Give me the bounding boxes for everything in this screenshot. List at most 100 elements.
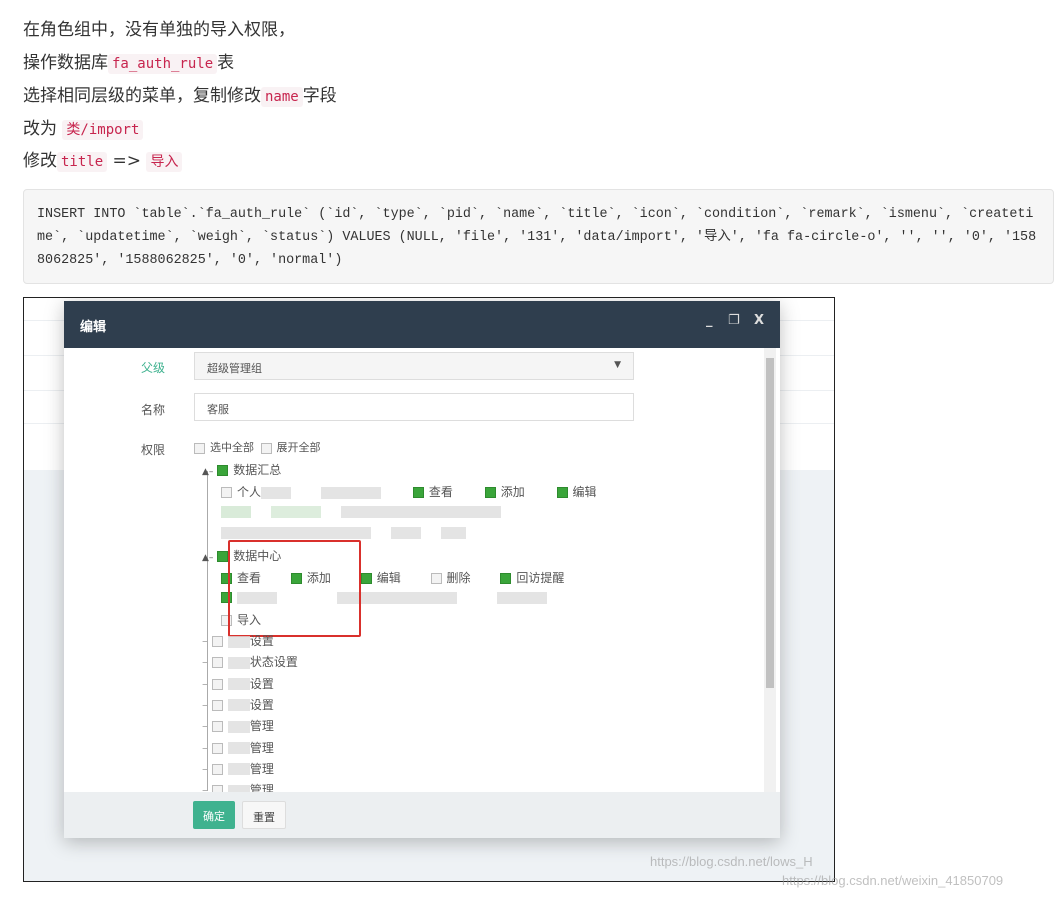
- highlight-box: [228, 540, 361, 637]
- checkbox[interactable]: [412, 487, 424, 498]
- tree-branch: –: [202, 761, 212, 776]
- node-label: 设置: [249, 697, 274, 712]
- blurred-row: [221, 504, 501, 518]
- blurred-text: [227, 720, 250, 733]
- collapse-icon: ▲–: [202, 553, 214, 563]
- inline-code: name: [261, 87, 303, 107]
- checkbox[interactable]: [211, 636, 223, 647]
- checkbox[interactable]: [217, 465, 229, 476]
- text: 选择相同层级的菜单，复制修改: [23, 86, 261, 106]
- minimize-icon[interactable]: _: [706, 313, 713, 328]
- tree-node-group1[interactable]: ▲– 数据汇总: [202, 461, 281, 478]
- tree-node-row[interactable]: – 状态设置: [202, 653, 298, 670]
- checkbox[interactable]: [500, 573, 512, 584]
- node-label: 数据汇总: [233, 463, 282, 477]
- name-label: 名称: [141, 403, 166, 417]
- checkbox[interactable]: [211, 699, 223, 711]
- select-all-label: 选中全部: [210, 441, 254, 454]
- checkbox[interactable]: [211, 763, 223, 775]
- parent-select[interactable]: 超级管理组 ▼: [194, 352, 634, 380]
- checkbox[interactable]: [430, 573, 442, 584]
- blurred-row: [221, 525, 466, 539]
- edit-dialog: 编辑 _ ❐ X 父级 超级管理组 ▼ 名称 客服 权限 选中全部 展开全部 ▲–…: [64, 301, 780, 838]
- checkbox[interactable]: [484, 487, 496, 498]
- blurred-text: [261, 486, 292, 499]
- inline-code: 导入: [146, 152, 183, 172]
- text: 修改: [23, 151, 57, 171]
- node-label: 管理: [249, 740, 274, 755]
- reset-button[interactable]: 重置: [242, 801, 286, 829]
- parent-value: 超级管理组: [207, 362, 262, 375]
- node-label: 管理: [249, 719, 274, 734]
- node-label: 管理: [249, 761, 274, 776]
- text: =>: [107, 151, 147, 171]
- scrollbar[interactable]: [764, 348, 776, 792]
- expand-all-label: 展开全部: [276, 441, 321, 454]
- maximize-icon[interactable]: ❐: [728, 313, 740, 328]
- text: 操作数据库: [23, 53, 108, 73]
- select-all-checkbox[interactable]: [194, 442, 205, 454]
- collapse-icon: ▲–: [202, 467, 214, 477]
- text: 字段: [302, 86, 337, 106]
- checkbox[interactable]: [211, 721, 223, 733]
- tree-branch: –: [202, 655, 212, 670]
- tree-branch: –: [202, 676, 212, 691]
- node-label: 设置: [249, 634, 274, 648]
- intro-line: 在角色组中，没有单独的导入权限，: [23, 20, 295, 40]
- screenshot-image: 编辑 _ ❐ X 父级 超级管理组 ▼ 名称 客服 权限 选中全部 展开全部 ▲–…: [23, 297, 835, 882]
- tree-node-row[interactable]: – 设置: [202, 696, 274, 713]
- blurred-text: [227, 656, 250, 669]
- blurred-text: [321, 486, 382, 499]
- tree-branch: –: [202, 634, 212, 648]
- node-label: 删除: [446, 571, 471, 585]
- title-line: 修改 title => 导入: [23, 149, 183, 174]
- table-line: 操作数据库 fa_auth_rule 表: [23, 51, 234, 76]
- checkbox[interactable]: [217, 551, 229, 562]
- text: 改为: [23, 119, 63, 139]
- blurred-text: [227, 635, 250, 648]
- node-label: 个人: [237, 485, 262, 499]
- inline-code: title: [57, 152, 108, 172]
- scrollbar-thumb[interactable]: [766, 358, 774, 688]
- checkbox[interactable]: [221, 487, 232, 498]
- inline-code: 类/import: [62, 120, 144, 140]
- watermark: https://blog.csdn.net/weixin_41850709: [782, 873, 1004, 888]
- checkbox[interactable]: [360, 573, 372, 584]
- blurred-text: [227, 763, 250, 776]
- node-label: 编辑: [572, 485, 597, 499]
- node-label: 查看: [428, 485, 453, 499]
- tree-node-row[interactable]: – 设置: [202, 675, 274, 692]
- name-value: 客服: [207, 403, 229, 416]
- parent-label: 父级: [141, 361, 166, 375]
- sql-code-block: INSERT INTO `table`.`fa_auth_rule` (`id`…: [23, 189, 1054, 284]
- expand-all-checkbox[interactable]: [260, 442, 272, 454]
- blurred-text: [227, 742, 250, 754]
- confirm-button[interactable]: 确定: [193, 801, 235, 829]
- dialog-footer: 确定 重置: [64, 792, 780, 838]
- tree-options: 选中全部 展开全部: [194, 439, 321, 455]
- checkbox[interactable]: [211, 742, 223, 754]
- dialog-title: 编辑: [80, 320, 107, 335]
- node-label: 状态设置: [249, 655, 298, 670]
- blurred-text: [227, 678, 250, 691]
- dialog-header: 编辑 _ ❐ X: [64, 301, 780, 348]
- watermark-inner: https://blog.csdn.net/lows_H: [650, 854, 813, 869]
- tree-node-row[interactable]: – 管理: [202, 717, 274, 734]
- checkbox[interactable]: [211, 657, 223, 669]
- permission-label: 权限: [141, 443, 166, 457]
- node-label: 设置: [249, 676, 274, 691]
- tree-node-row[interactable]: – 管理: [202, 739, 274, 756]
- inline-code: fa_auth_rule: [108, 54, 218, 74]
- tree-node-row: 个人 查看 添加 编辑: [221, 483, 597, 500]
- caret-down-icon: ▼: [614, 360, 621, 370]
- tree-branch: –: [202, 697, 212, 712]
- checkbox[interactable]: [556, 487, 568, 498]
- name-input[interactable]: 客服: [194, 393, 634, 421]
- tree-node-row[interactable]: – 管理: [202, 760, 274, 777]
- checkbox[interactable]: [211, 678, 223, 690]
- close-icon[interactable]: X: [754, 313, 764, 328]
- field-line: 选择相同层级的菜单，复制修改 name 字段: [23, 84, 337, 109]
- text: 表: [217, 53, 235, 73]
- tree-node-row[interactable]: – 设置: [202, 632, 274, 649]
- node-label: 回访提醒: [516, 571, 565, 585]
